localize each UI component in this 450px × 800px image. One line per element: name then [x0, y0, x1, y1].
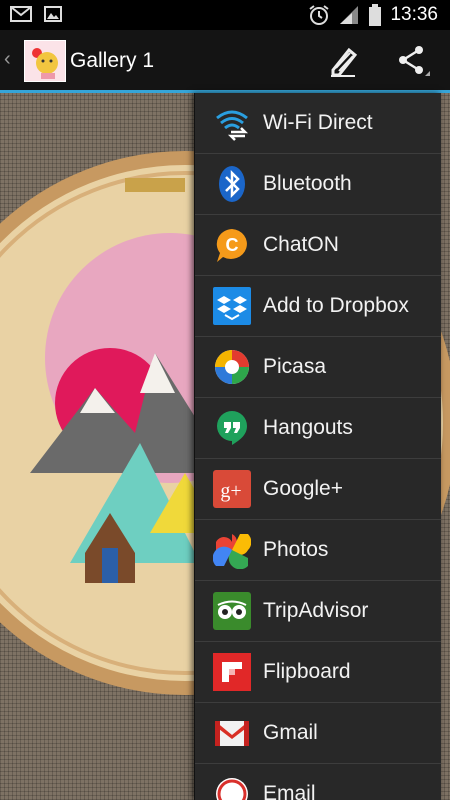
- photos-icon: [213, 534, 251, 569]
- share-item-label: Gmail: [263, 721, 318, 744]
- status-time: 13:36: [390, 4, 438, 25]
- flipboard-icon: [213, 653, 251, 691]
- share-item-photos[interactable]: Photos: [195, 520, 441, 581]
- share-item-label: TripAdvisor: [263, 599, 369, 622]
- status-bar: 13:36: [0, 0, 450, 30]
- share-item-wifi-direct[interactable]: Wi-Fi Direct: [195, 93, 441, 154]
- share-item-label: Photos: [263, 538, 329, 561]
- share-item-label: Wi-Fi Direct: [263, 111, 373, 134]
- back-icon[interactable]: ‹: [4, 48, 11, 71]
- share-item-label: Add to Dropbox: [263, 294, 409, 317]
- signal-icon: [340, 6, 359, 24]
- share-item-hangouts[interactable]: Hangouts: [195, 398, 441, 459]
- share-item-google-plus[interactable]: g+ Google+: [195, 459, 441, 520]
- bluetooth-icon: [219, 166, 245, 202]
- share-item-label: Email: [263, 782, 316, 800]
- share-item-email[interactable]: Email: [195, 764, 441, 800]
- page-title: Gallery 1: [70, 49, 155, 72]
- edit-icon[interactable]: [325, 44, 361, 78]
- tripadvisor-icon: [213, 592, 251, 630]
- battery-icon: [369, 4, 382, 26]
- share-item-label: Bluetooth: [263, 172, 352, 195]
- chaton-icon: C: [216, 229, 247, 262]
- hangouts-icon: [217, 411, 247, 445]
- gmail-icon: [215, 721, 249, 746]
- share-item-bluetooth[interactable]: Bluetooth: [195, 154, 441, 215]
- share-item-picasa[interactable]: Picasa: [195, 337, 441, 398]
- share-item-gmail[interactable]: Gmail: [195, 703, 441, 764]
- alarm-icon: [309, 5, 330, 25]
- share-menu: Wi-Fi Direct Bluetooth C ChatON Add to D…: [194, 93, 441, 800]
- image-notification-icon: [44, 6, 62, 22]
- action-bar: ‹ Gallery 1: [0, 30, 450, 90]
- share-item-label: ChatON: [263, 233, 339, 256]
- share-item-flipboard[interactable]: Flipboard: [195, 642, 441, 703]
- svg-text:C: C: [226, 235, 239, 255]
- share-item-dropbox[interactable]: Add to Dropbox: [195, 276, 441, 337]
- svg-text:g+: g+: [220, 480, 241, 502]
- share-item-label: Picasa: [263, 355, 327, 378]
- google-plus-icon: g+: [213, 470, 251, 508]
- share-item-label: Hangouts: [263, 416, 353, 439]
- share-item-label: Google+: [263, 477, 343, 500]
- share-item-chaton[interactable]: C ChatON: [195, 215, 441, 276]
- dropbox-icon: [213, 287, 251, 325]
- share-item-label: Flipboard: [263, 660, 351, 683]
- picasa-icon: [215, 350, 249, 384]
- share-icon[interactable]: [395, 44, 431, 78]
- gallery-thumbnail-icon: [25, 41, 65, 81]
- wifi-direct-icon: [216, 110, 249, 141]
- mail-notification-icon: [10, 6, 32, 22]
- email-icon: [216, 778, 248, 800]
- app-icon[interactable]: [24, 40, 66, 82]
- share-item-tripadvisor[interactable]: TripAdvisor: [195, 581, 441, 642]
